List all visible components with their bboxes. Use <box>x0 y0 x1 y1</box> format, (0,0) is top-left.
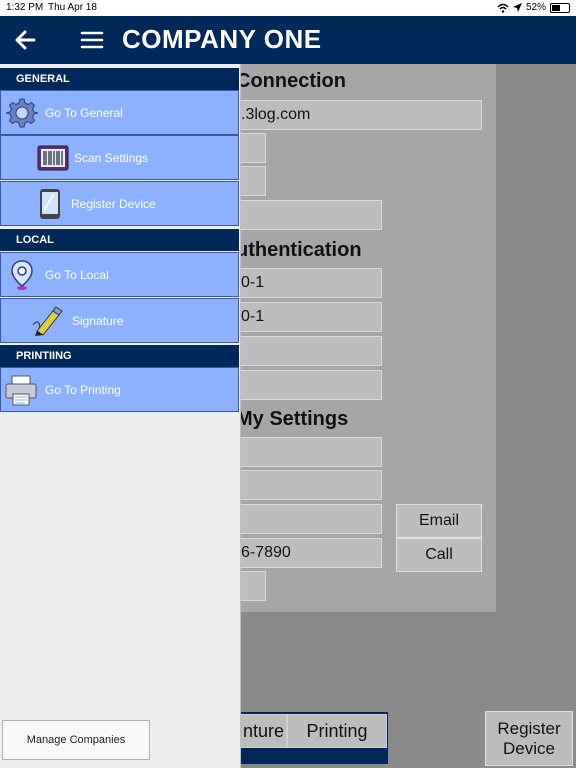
status-right: 52% <box>497 2 570 13</box>
connection-field-4[interactable] <box>236 200 382 230</box>
hamburger-menu-icon[interactable] <box>80 28 104 52</box>
group-printing: PRINTIING <box>0 345 239 367</box>
settings-title: My Settings <box>236 408 349 430</box>
menu-item-signature[interactable]: Signature <box>0 298 239 343</box>
register-label-line1: Register <box>497 718 561 738</box>
menu-label-scan-settings: Scan Settings <box>74 151 149 165</box>
menu-item-register-device[interactable]: Register Device <box>0 181 239 226</box>
server-field[interactable]: .3log.com <box>236 100 482 130</box>
navigation-drawer: GENERAL Go To General Scan Settings Regi… <box>0 64 241 768</box>
status-date: Thu Apr 18 <box>48 2 97 13</box>
auth-value-2: 0-1 <box>241 308 265 325</box>
battery-icon <box>550 2 570 13</box>
settings-field-2[interactable] <box>236 470 382 500</box>
auth-title: uthentication <box>236 239 362 261</box>
menu-item-go-to-local[interactable]: Go To Local <box>0 252 239 297</box>
menu-label-register-device: Register Device <box>71 197 156 211</box>
back-arrow-icon[interactable] <box>12 26 40 54</box>
barcode-scanner-icon <box>37 145 69 171</box>
auth-field-3[interactable] <box>236 336 382 366</box>
phone-value: 6-7890 <box>241 544 291 561</box>
server-value: .3log.com <box>241 106 311 123</box>
register-device-button[interactable]: Register Device <box>485 711 573 766</box>
group-general: GENERAL <box>0 68 239 90</box>
email-field[interactable] <box>236 504 382 534</box>
location-arrow-icon <box>512 3 522 12</box>
phone-field[interactable]: 6-7890 <box>236 538 382 568</box>
wifi-icon <box>497 3 509 13</box>
tablet-icon <box>40 189 60 219</box>
status-time: 1:32 PM <box>6 2 44 13</box>
tab-printing[interactable]: Printing <box>287 714 387 748</box>
menu-label-signature: Signature <box>72 314 124 328</box>
pen-icon <box>32 306 63 336</box>
register-label-line2: Device <box>503 738 555 758</box>
connection-title: Connection <box>236 70 346 92</box>
tab-signature[interactable]: nture <box>240 714 287 748</box>
register-label: Register Device <box>497 719 560 759</box>
menu-item-go-to-general[interactable]: Go To General <box>0 90 239 135</box>
menu-item-scan-settings[interactable]: Scan Settings <box>0 135 239 180</box>
auth-field-1[interactable]: 0-1 <box>236 268 382 298</box>
menu-item-go-to-printing[interactable]: Go To Printing <box>0 367 239 412</box>
menu-label-go-to-general: Go To General <box>45 106 123 120</box>
menu-label-go-to-printing: Go To Printing <box>45 383 121 397</box>
printer-icon <box>5 375 37 406</box>
manage-companies-button[interactable]: Manage Companies <box>2 720 150 760</box>
auth-field-4[interactable] <box>236 370 382 400</box>
menu-label-go-to-local: Go To Local <box>45 268 109 282</box>
group-local: LOCAL <box>0 229 239 251</box>
app-header: COMPANY ONE <box>0 16 576 64</box>
auth-value-1: 0-1 <box>241 274 265 291</box>
battery-percent: 52% <box>525 2 546 13</box>
auth-field-2[interactable]: 0-1 <box>236 302 382 332</box>
settings-field-1[interactable] <box>236 437 382 467</box>
call-button[interactable]: Call <box>396 538 482 572</box>
page-title: COMPANY ONE <box>122 24 322 54</box>
status-bar: 1:32 PM Thu Apr 18 52% <box>0 0 576 16</box>
gear-icon <box>6 98 38 128</box>
location-pin-icon <box>11 260 33 290</box>
email-button[interactable]: Email <box>396 504 482 538</box>
